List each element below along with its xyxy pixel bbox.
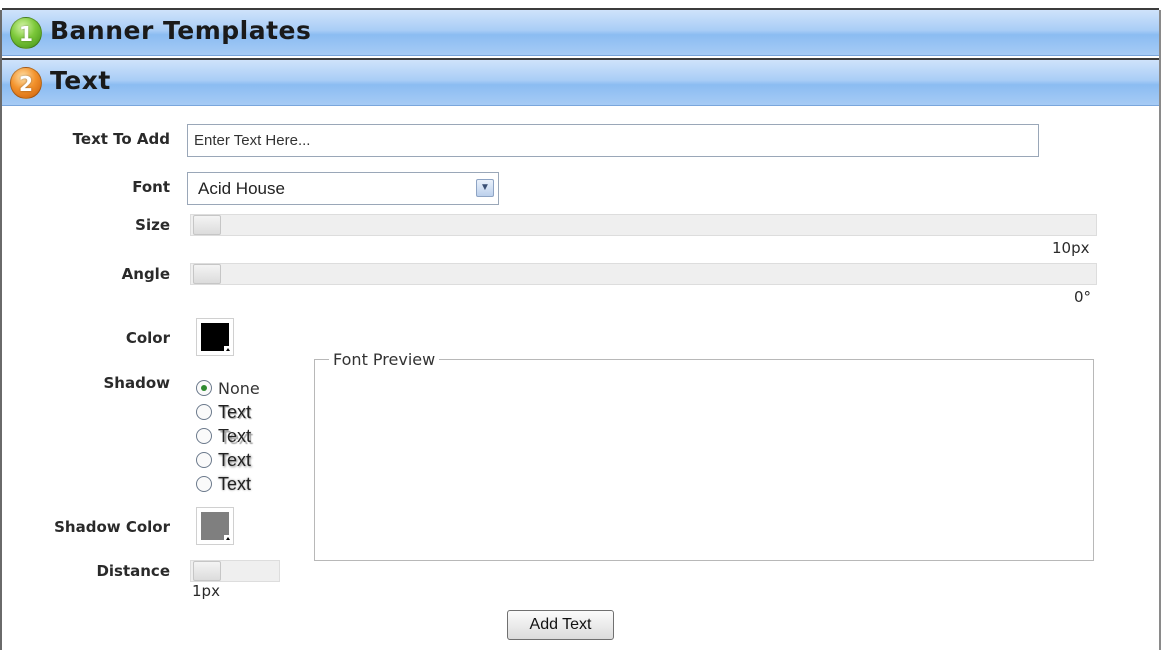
- shadow-option-1[interactable]: Text: [196, 400, 251, 424]
- color-picker[interactable]: [196, 318, 234, 356]
- section-title-text: Text: [50, 66, 111, 95]
- font-label: Font: [132, 178, 170, 196]
- radio-button[interactable]: [196, 380, 212, 396]
- angle-slider[interactable]: [190, 263, 1097, 285]
- radio-button[interactable]: [196, 452, 212, 468]
- font-preview-legend: Font Preview: [329, 350, 440, 369]
- step-2-icon: 2: [10, 67, 42, 99]
- chevron-down-icon[interactable]: ▼: [476, 179, 494, 197]
- shadow-option-label: Text: [218, 473, 252, 494]
- radio-button[interactable]: [196, 404, 212, 420]
- radio-button[interactable]: [196, 476, 212, 492]
- shadow-option-3[interactable]: Text: [196, 448, 251, 472]
- distance-slider-handle[interactable]: [193, 561, 221, 581]
- section-header-banner-templates[interactable]: 1 Banner Templates: [2, 8, 1159, 56]
- shadow-option-4[interactable]: Text: [196, 472, 251, 496]
- size-slider[interactable]: [190, 214, 1097, 236]
- angle-value: 0°: [1074, 288, 1092, 306]
- text-to-add-input[interactable]: Enter Text Here...: [187, 124, 1039, 157]
- shadow-color-label: Shadow Color: [54, 518, 170, 536]
- size-label: Size: [135, 216, 170, 234]
- shadow-option-label: Text: [218, 449, 252, 470]
- shadow-option-none[interactable]: None: [196, 376, 260, 400]
- color-label: Color: [125, 329, 170, 347]
- add-text-button[interactable]: Add Text: [507, 610, 614, 640]
- step-1-icon: 1: [10, 17, 42, 49]
- radio-button[interactable]: [196, 428, 212, 444]
- size-value: 10px: [1052, 239, 1090, 257]
- shadow-option-label: None: [218, 378, 260, 398]
- distance-slider[interactable]: [190, 560, 280, 582]
- shadow-option-2[interactable]: Text: [196, 424, 251, 448]
- font-select[interactable]: Acid House ▼: [187, 172, 499, 205]
- section-title-banner-templates: Banner Templates: [50, 16, 312, 45]
- font-select-value: Acid House: [198, 179, 285, 198]
- section-header-text[interactable]: 2 Text: [2, 58, 1159, 106]
- triangle-up-icon: [224, 535, 232, 543]
- font-preview-box: Font Preview: [314, 350, 1094, 561]
- distance-label: Distance: [96, 562, 170, 580]
- angle-label: Angle: [121, 265, 170, 283]
- size-slider-handle[interactable]: [193, 215, 221, 235]
- shadow-option-label: Text: [218, 425, 252, 446]
- triangle-up-icon: [224, 346, 232, 354]
- shadow-option-label: Text: [218, 401, 252, 422]
- shadow-label: Shadow: [103, 374, 170, 392]
- distance-value: 1px: [192, 582, 220, 600]
- shadow-color-picker[interactable]: [196, 507, 234, 545]
- angle-slider-handle[interactable]: [193, 264, 221, 284]
- text-to-add-label: Text To Add: [72, 130, 170, 148]
